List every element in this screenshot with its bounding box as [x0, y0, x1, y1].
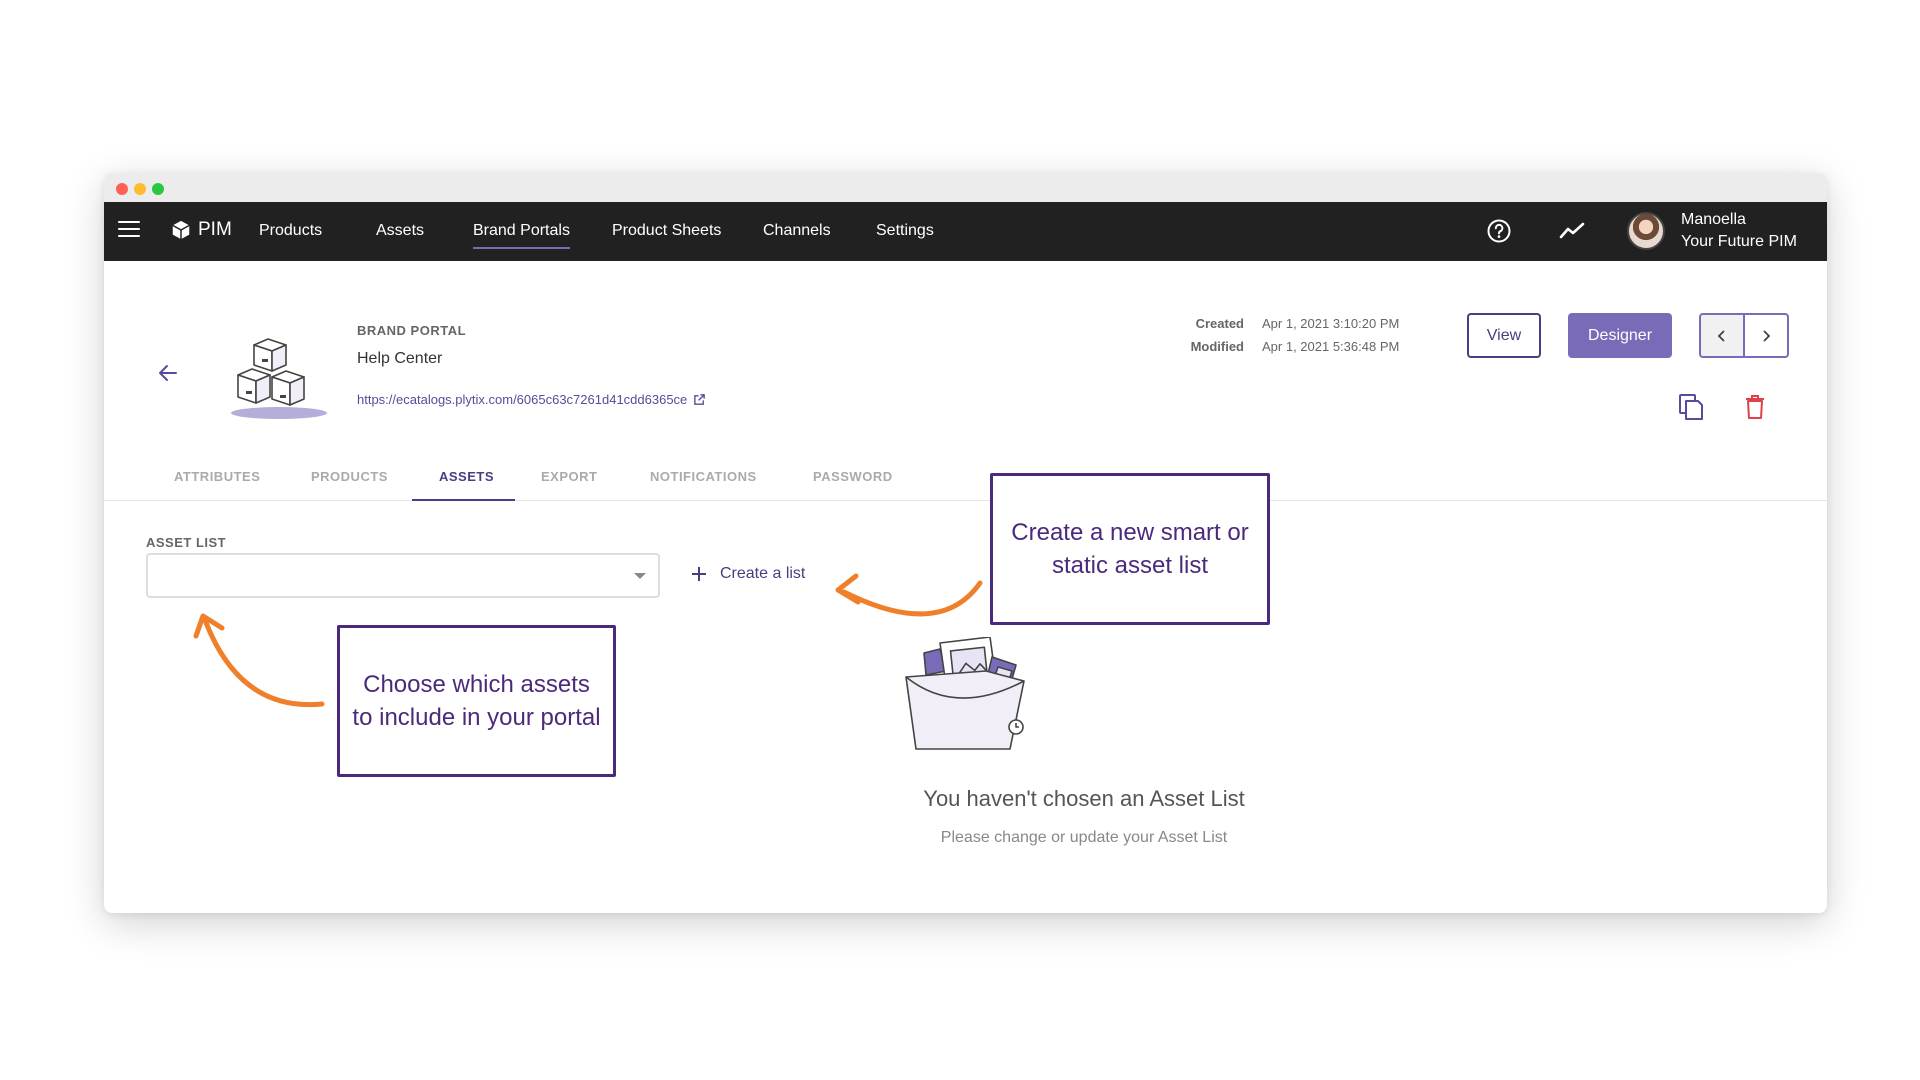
content-area: BRAND PORTAL Help Center https://ecatalo… [104, 261, 1827, 913]
close-window-button[interactable] [116, 183, 128, 195]
portal-title: Help Center [357, 350, 443, 367]
create-list-label: Create a list [720, 565, 806, 582]
user-organization[interactable]: Your Future PIM [1681, 233, 1797, 251]
create-list-callout: Create a new smart or static asset list [990, 473, 1270, 625]
portal-url-text: https://ecatalogs.plytix.com/6065c63c726… [357, 392, 688, 407]
tab-attributes[interactable]: ATTRIBUTES [174, 469, 260, 484]
nav-products[interactable]: Products [259, 222, 322, 240]
boxes-illustration [231, 338, 327, 419]
create-list-button[interactable]: Create a list [690, 565, 805, 583]
cube-icon [172, 220, 190, 240]
modified-value: Apr 1, 2021 5:36:48 PM [1262, 339, 1400, 354]
created-label: Created [1195, 316, 1244, 331]
created-value: Apr 1, 2021 3:10:20 PM [1262, 316, 1400, 331]
choose-assets-callout: Choose which assets to include in your p… [337, 625, 616, 777]
nav-channels[interactable]: Channels [763, 222, 831, 240]
nav-product-sheets[interactable]: Product Sheets [612, 222, 721, 240]
portal-url-link[interactable]: https://ecatalogs.plytix.com/6065c63c726… [357, 392, 706, 407]
caret-down-icon [634, 573, 646, 579]
app-window: PIM Products Assets Brand Portals Produc… [104, 173, 1827, 913]
chevron-left-icon [1717, 329, 1725, 342]
active-tab-indicator [412, 499, 515, 501]
empty-state-title: You haven't chosen an Asset List [923, 786, 1245, 811]
tab-notifications[interactable]: NOTIFICATIONS [650, 469, 757, 484]
maximize-window-button[interactable] [152, 183, 164, 195]
tab-assets[interactable]: ASSETS [439, 469, 494, 484]
asset-list-select[interactable] [146, 553, 660, 598]
help-icon[interactable] [1486, 218, 1512, 244]
user-name[interactable]: Manoella [1681, 211, 1746, 229]
nav-settings[interactable]: Settings [876, 222, 934, 240]
analytics-icon[interactable] [1559, 218, 1585, 244]
logo-text: PIM [198, 219, 232, 240]
empty-state-subtitle: Please change or update your Asset List [940, 829, 1228, 846]
tab-export[interactable]: EXPORT [541, 469, 597, 484]
top-navigation: PIM Products Assets Brand Portals Produc… [104, 202, 1827, 261]
tab-password[interactable]: PASSWORD [813, 469, 893, 484]
user-avatar[interactable] [1627, 212, 1665, 250]
plus-icon [692, 567, 706, 581]
tab-bar: ATTRIBUTES PRODUCTS ASSETS EXPORT NOTIFI… [104, 455, 1827, 501]
chevron-right-icon [1763, 329, 1771, 342]
external-link-icon [694, 394, 706, 405]
minimize-window-button[interactable] [134, 183, 146, 195]
back-arrow-icon[interactable] [156, 361, 180, 385]
previous-button[interactable] [1699, 313, 1745, 358]
duplicate-icon[interactable] [1678, 393, 1704, 421]
window-titlebar [104, 173, 1827, 202]
view-button[interactable]: View [1467, 313, 1541, 358]
modified-label: Modified [1190, 339, 1244, 354]
app-logo[interactable]: PIM [170, 219, 232, 241]
nav-brand-portals[interactable]: Brand Portals [473, 222, 570, 249]
tab-products[interactable]: PRODUCTS [311, 469, 388, 484]
nav-assets[interactable]: Assets [376, 222, 424, 240]
folder-illustration [905, 637, 1025, 750]
delete-icon[interactable] [1742, 393, 1768, 421]
designer-button[interactable]: Designer [1568, 313, 1672, 358]
asset-list-label: ASSET LIST [146, 535, 227, 550]
menu-icon[interactable] [118, 221, 140, 239]
section-label: BRAND PORTAL [357, 323, 467, 338]
next-button[interactable] [1743, 313, 1789, 358]
